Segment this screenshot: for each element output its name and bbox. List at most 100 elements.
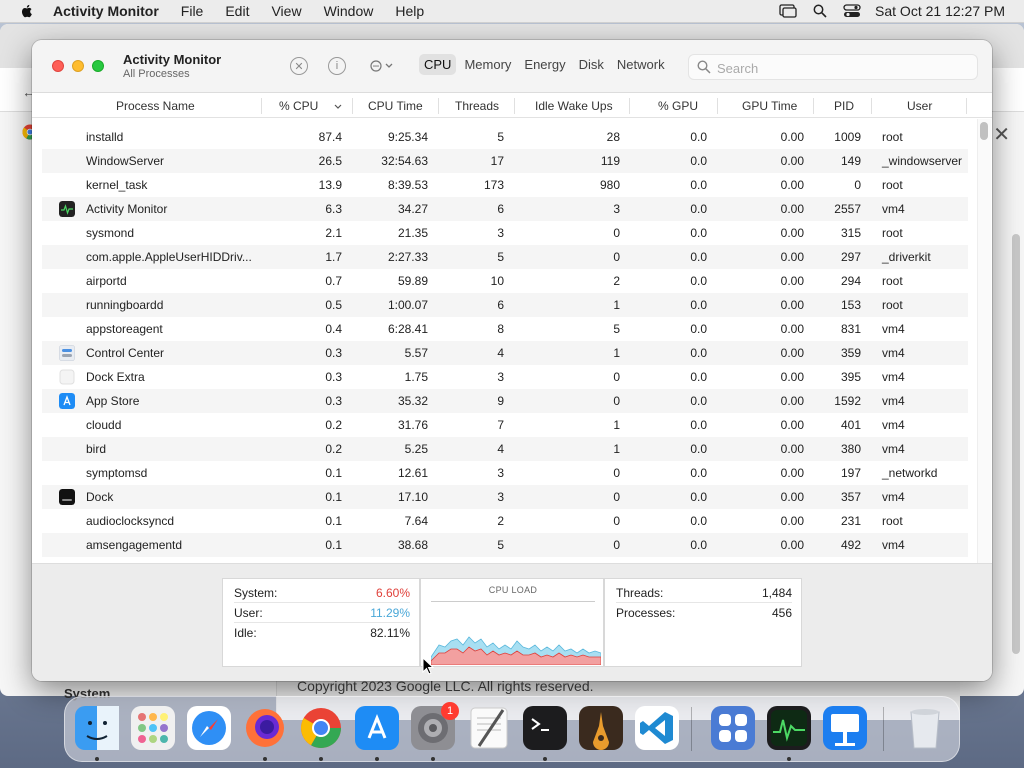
column-divider[interactable] (813, 98, 814, 114)
gpu-time-cell: 0.00 (780, 322, 804, 336)
column-header-threads[interactable]: Threads (455, 99, 499, 113)
cpu-cell: 0.2 (325, 418, 342, 432)
column-header-cpu-time[interactable]: CPU Time (368, 99, 423, 113)
stop-process-button[interactable]: ✕ (290, 57, 308, 75)
column-header-gpu[interactable]: % GPU (658, 99, 698, 113)
column-header-gpu-time[interactable]: GPU Time (742, 99, 797, 113)
inspect-process-button[interactable]: i (328, 57, 346, 75)
table-row[interactable]: audioclocksyncd 0.1 7.64 2 0 0.0 0.00 231 root (42, 509, 968, 533)
table-row[interactable]: App Store 0.3 35.32 9 0 0.0 0.00 1592 vm4 (42, 389, 968, 413)
cpu-cell: 0.3 (325, 370, 342, 384)
threads-cell: 173 (483, 178, 504, 192)
table-row[interactable]: cloudd 0.2 31.76 7 1 0.0 0.00 401 vm4 (42, 413, 968, 437)
sort-descending-icon[interactable] (334, 104, 342, 109)
table-row[interactable]: Activity Monitor 6.3 34.27 6 3 0.0 0.00 2557 vm4 (42, 197, 968, 221)
tab-cpu[interactable]: CPU (419, 54, 457, 75)
spotlight-search-icon[interactable] (811, 4, 829, 18)
table-row[interactable]: appstoreagent 0.4 6:28.41 8 5 0.0 0.00 831 vm4 (42, 317, 968, 341)
cpu-usage-stats: System: 6.60% User: 11.29% Idle: 82.11% (222, 578, 420, 667)
textedit-icon[interactable] (467, 706, 511, 750)
column-divider[interactable] (871, 98, 872, 114)
keynote-icon[interactable] (823, 706, 867, 750)
table-row[interactable]: kernel_task 13.9 8:39.53 173 980 0.0 0.00 0 root (42, 173, 968, 197)
tab-disk[interactable]: Disk (574, 54, 609, 75)
user-cell: vm4 (882, 346, 905, 360)
menu-window[interactable]: Window (324, 3, 374, 19)
process-name-cell: sysmond (86, 226, 135, 240)
table-row[interactable]: installd 87.4 9:25.34 5 28 0.0 0.00 1009 root (42, 125, 968, 149)
apple-menu-icon[interactable] (19, 3, 35, 19)
window-zoom-button[interactable] (92, 60, 104, 72)
gpu-cell: 0.0 (690, 514, 707, 528)
tab-network[interactable]: Network (612, 54, 670, 75)
search-field[interactable] (688, 54, 978, 80)
system-settings-icon[interactable]: 1 (411, 702, 459, 750)
table-scrollbar-thumb[interactable] (980, 122, 988, 140)
gpu-time-cell: 0.00 (780, 250, 804, 264)
activity-monitor-icon[interactable] (767, 706, 811, 750)
vscode-icon[interactable] (635, 706, 679, 750)
menu-view[interactable]: View (271, 3, 301, 19)
cpu-time-cell: 21.35 (397, 226, 428, 240)
table-row[interactable]: bird 0.2 5.25 4 1 0.0 0.00 380 vm4 (42, 437, 968, 461)
idle-cell: 1 (613, 442, 620, 456)
column-header-user[interactable]: User (907, 99, 932, 113)
table-row[interactable]: Control Center 0.3 5.57 4 1 0.0 0.00 359 vm4 (42, 341, 968, 365)
table-row[interactable]: symptomsd 0.1 12.61 3 0 0.0 0.00 197 _networkd (42, 461, 968, 485)
control-center-icon[interactable] (843, 4, 861, 18)
idle-cell: 28 (606, 130, 620, 144)
column-header-process-name[interactable]: Process Name (116, 99, 195, 113)
garageband-icon[interactable] (579, 706, 623, 750)
column-divider[interactable] (717, 98, 718, 114)
terminal-icon[interactable] (523, 706, 567, 750)
menu-app-name[interactable]: Activity Monitor (53, 3, 159, 19)
column-header-cpu[interactable]: % CPU (279, 99, 318, 113)
screen-mirroring-icon[interactable] (779, 4, 797, 18)
window-subtitle[interactable]: All Processes (123, 68, 190, 80)
search-input[interactable] (717, 58, 967, 78)
safari-icon[interactable] (187, 706, 231, 750)
system-label: System: (234, 586, 278, 600)
column-divider[interactable] (438, 98, 439, 114)
column-header-pid[interactable]: PID (834, 99, 854, 113)
table-row[interactable]: WindowServer 26.5 32:54.63 17 119 0.0 0.00 149 _… (42, 149, 968, 173)
table-row[interactable]: com.apple.AppleUserHIDDriv... 1.7 2:27.33 5… (42, 245, 968, 269)
column-divider[interactable] (629, 98, 630, 114)
table-row[interactable]: Dock 0.1 17.10 3 0 0.0 0.00 357 vm4 (42, 485, 968, 509)
firefox-icon[interactable] (243, 706, 287, 750)
column-divider[interactable] (261, 98, 262, 114)
trash-icon[interactable] (903, 706, 947, 750)
window-minimize-button[interactable] (72, 60, 84, 72)
window-close-button[interactable] (52, 60, 64, 72)
browser-scrollbar[interactable] (1012, 234, 1020, 654)
table-row[interactable]: Dock Extra 0.3 1.75 3 0 0.0 0.00 395 vm4 (42, 365, 968, 389)
tab-energy[interactable]: Energy (519, 54, 570, 75)
pid-cell: 297 (840, 250, 861, 264)
menu-file[interactable]: File (181, 3, 204, 19)
menu-help[interactable]: Help (395, 3, 424, 19)
app-store-icon[interactable] (355, 706, 399, 750)
table-scrollbar[interactable] (977, 119, 991, 564)
tab-memory[interactable]: Memory (459, 54, 516, 75)
launchpad-icon[interactable] (131, 706, 175, 750)
table-row[interactable]: amsengagementd 0.1 38.68 5 0 0.0 0.00 492 vm4 (42, 533, 968, 557)
column-divider[interactable] (514, 98, 515, 114)
menu-edit[interactable]: Edit (225, 3, 249, 19)
column-header-idle-wake-ups[interactable]: Idle Wake Ups (535, 99, 613, 113)
close-icon[interactable]: ✕ (993, 122, 1010, 147)
chrome-icon[interactable] (299, 706, 343, 750)
more-options-button[interactable] (367, 57, 397, 75)
column-divider[interactable] (352, 98, 353, 114)
column-divider[interactable] (966, 98, 967, 114)
table-row[interactable]: runningboardd 0.5 1:00.07 6 1 0.0 0.00 153 root (42, 293, 968, 317)
table-row[interactable]: airportd 0.7 59.89 10 2 0.0 0.00 294 root (42, 269, 968, 293)
dock-icon (59, 489, 75, 505)
menu-clock[interactable]: Sat Oct 21 12:27 PM (875, 3, 1005, 19)
widgets-icon[interactable] (711, 706, 755, 750)
finder-icon[interactable] (75, 706, 119, 750)
cpu-cell: 0.1 (325, 490, 342, 504)
table-row[interactable]: sysmond 2.1 21.35 3 0 0.0 0.00 315 root (42, 221, 968, 245)
running-indicator (95, 757, 99, 761)
mouse-cursor-icon (422, 657, 434, 675)
gpu-time-cell: 0.00 (780, 346, 804, 360)
